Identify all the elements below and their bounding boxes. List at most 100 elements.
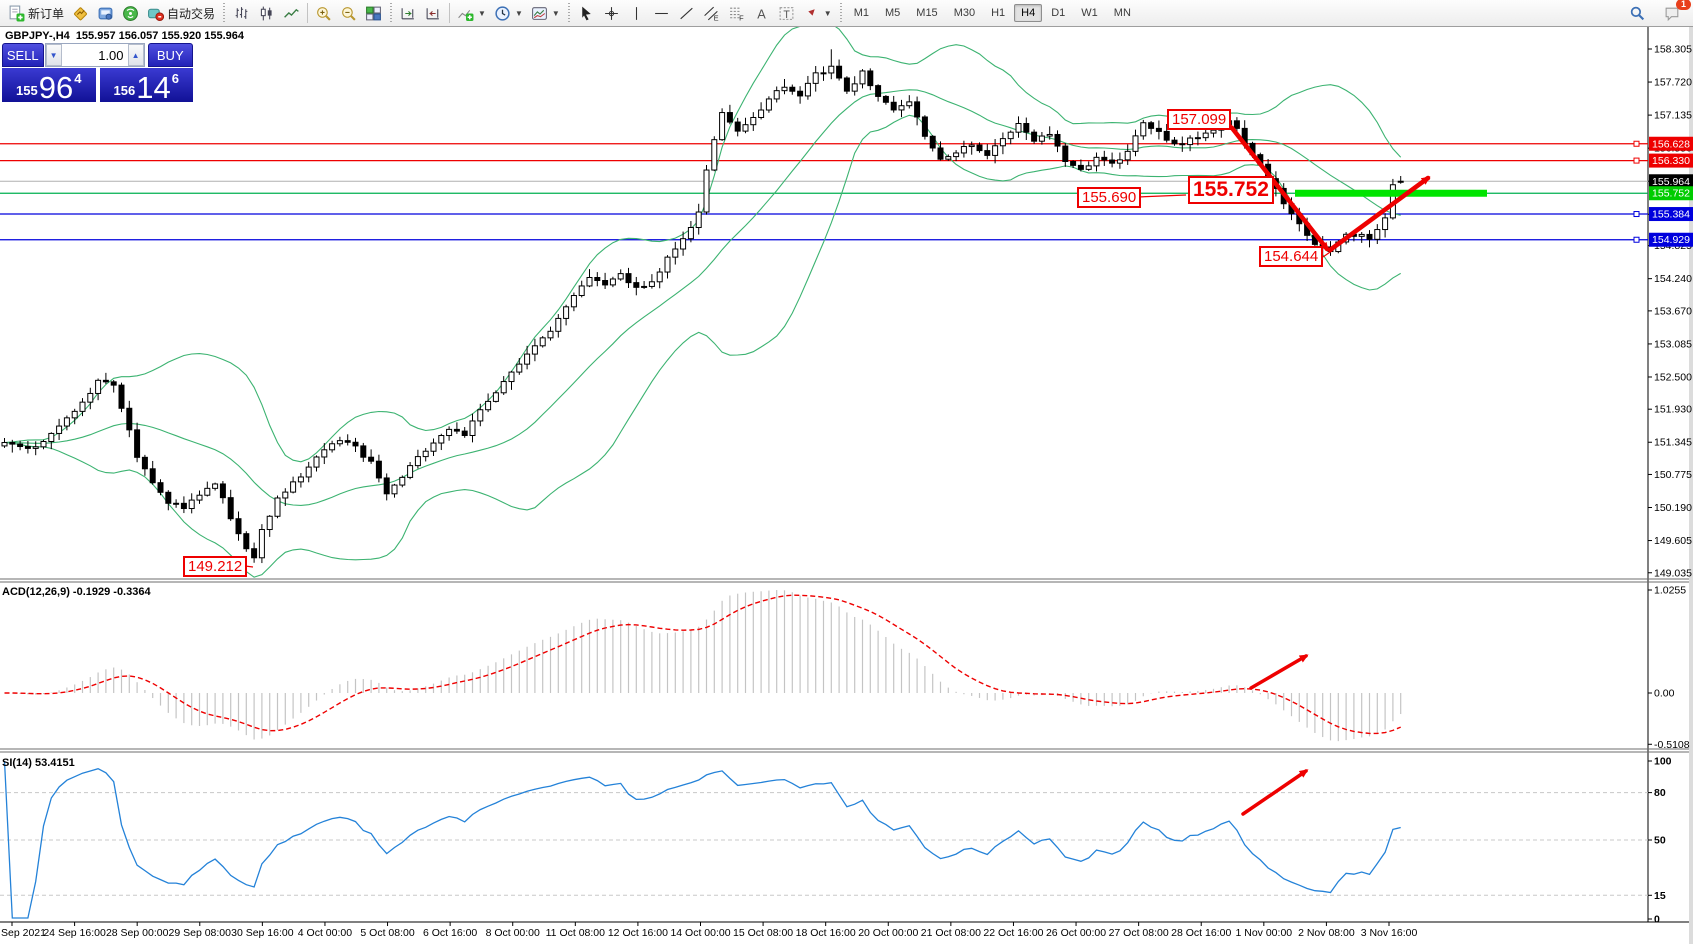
svg-text:151.930: 151.930	[1654, 404, 1692, 416]
timeframe-m15-button[interactable]: M15	[909, 4, 944, 22]
candlestick-chart-button[interactable]	[254, 3, 279, 24]
text-label-icon: T	[779, 6, 794, 20]
price-annotation[interactable]: 155.752	[1188, 176, 1274, 204]
volume-increase-button[interactable]: ▲	[127, 44, 144, 66]
chart-shift-button[interactable]	[396, 3, 421, 24]
templates-button[interactable]: ▼	[527, 3, 564, 24]
vertical-line-tool-button[interactable]	[624, 3, 649, 24]
svg-text:157.135: 157.135	[1654, 110, 1692, 122]
arrows-tool-button[interactable]: ▼	[799, 3, 836, 24]
one-click-trading-panel: SELL ▼ ▲ BUY 155 96 4 156 14 6	[2, 43, 193, 105]
data-window-button[interactable]	[93, 3, 118, 24]
svg-text:5 Oct 08:00: 5 Oct 08:00	[360, 927, 414, 939]
quote-line: GBPJPY-,H4 155.957 156.057 155.920 155.96…	[5, 30, 250, 42]
buy-price-display[interactable]: 156 14 6	[99, 68, 193, 103]
zoom-out-button[interactable]	[336, 3, 361, 24]
zoom-in-button[interactable]	[311, 3, 336, 24]
search-button[interactable]	[1625, 3, 1650, 24]
svg-text:29 Sep 08:00: 29 Sep 08:00	[169, 927, 232, 939]
volume-decrease-button[interactable]: ▼	[45, 44, 62, 66]
market-watch-button[interactable]	[68, 3, 93, 24]
data-window-icon	[98, 7, 113, 20]
templates-icon	[531, 6, 547, 20]
autotrading-icon	[148, 8, 165, 21]
svg-text:12 Oct 16:00: 12 Oct 16:00	[608, 927, 668, 939]
periods-button[interactable]: ▼	[490, 3, 527, 24]
autotrading-button[interactable]: 自动交易	[143, 3, 219, 24]
svg-text:155.964: 155.964	[1652, 176, 1690, 188]
search-icon	[1630, 6, 1645, 20]
toolbar: 新订单 自动交易 ▼ ▼ ▼ E F A T ▼ M1 M5 M15 M30 H…	[0, 0, 1693, 27]
periods-clock-icon	[495, 5, 510, 21]
timeframe-m30-button[interactable]: M30	[947, 4, 982, 22]
svg-text:149.035: 149.035	[1654, 567, 1692, 579]
support-highlight-line	[1295, 189, 1487, 197]
timeframe-d1-button[interactable]: D1	[1044, 4, 1072, 22]
timeframe-w1-button[interactable]: W1	[1074, 4, 1105, 22]
svg-text:154.240: 154.240	[1654, 273, 1692, 285]
sell-price-display[interactable]: 155 96 4	[2, 68, 96, 105]
sell-price-sup: 4	[74, 71, 82, 86]
svg-text:150.775: 150.775	[1654, 469, 1692, 481]
tile-windows-button[interactable]	[361, 3, 386, 24]
buy-button[interactable]: BUY	[147, 43, 193, 67]
fibonacci-tool-button[interactable]: F	[724, 3, 749, 24]
horizontal-line-tool-button[interactable]	[649, 3, 674, 24]
svg-text:50: 50	[1654, 835, 1666, 847]
svg-text:15: 15	[1654, 890, 1666, 902]
timeframe-m1-button[interactable]: M1	[847, 4, 876, 22]
market-watch-icon	[74, 6, 87, 20]
price-annotation[interactable]: 155.690	[1077, 187, 1142, 208]
price-annotation[interactable]: 149.212	[183, 556, 248, 577]
trendline-tool-button[interactable]	[674, 3, 699, 24]
notifications-button[interactable]: 1	[1660, 0, 1691, 24]
timeframe-h4-button[interactable]: H4	[1014, 4, 1043, 22]
auto-scroll-icon	[426, 7, 439, 19]
text-label-tool-button[interactable]: T	[774, 3, 799, 24]
indicators-icon	[458, 9, 474, 21]
signals-button[interactable]	[118, 3, 143, 24]
timeframe-m5-button[interactable]: M5	[878, 4, 907, 22]
notification-count-badge: 1	[1676, 0, 1691, 10]
timeframe-mn-button[interactable]: MN	[1107, 4, 1138, 22]
svg-text:0.00: 0.00	[1654, 688, 1675, 700]
crosshair-tool-button[interactable]	[599, 3, 624, 24]
signals-icon	[123, 5, 138, 21]
svg-text:A: A	[757, 6, 766, 21]
text-icon: A	[757, 6, 766, 21]
line-chart-button[interactable]	[279, 3, 304, 24]
svg-text:80: 80	[1654, 787, 1666, 799]
equidistant-channel-icon: E	[704, 6, 718, 22]
tile-windows-icon	[366, 6, 381, 20]
volume-input[interactable]	[61, 44, 128, 66]
indicators-button[interactable]: ▼	[453, 3, 490, 24]
auto-scroll-button[interactable]	[421, 3, 446, 24]
cursor-tool-button[interactable]	[574, 3, 599, 24]
zoom-in-icon	[317, 6, 331, 21]
sell-button[interactable]: SELL	[2, 43, 44, 67]
price-annotation[interactable]: 157.099	[1167, 109, 1232, 130]
svg-text:157.720: 157.720	[1654, 77, 1692, 89]
arrow-shapes-icon	[805, 8, 815, 18]
new-order-button[interactable]: 新订单	[4, 3, 68, 24]
svg-text:100: 100	[1654, 756, 1672, 768]
candlestick-chart-icon	[260, 6, 272, 20]
channel-tool-button[interactable]: E	[699, 3, 724, 24]
text-tool-button[interactable]: A	[749, 3, 774, 24]
sell-price-main: 96	[38, 70, 74, 105]
chart-canvas[interactable]: 158.305157.720157.135156.550155.965155.3…	[0, 0, 1693, 944]
svg-text:E: E	[713, 13, 718, 22]
crosshair-icon	[604, 6, 618, 20]
svg-text:150.190: 150.190	[1654, 502, 1692, 514]
svg-text:149.605: 149.605	[1654, 535, 1692, 547]
svg-text:155.384: 155.384	[1652, 209, 1690, 221]
bar-chart-button[interactable]	[229, 3, 254, 24]
svg-text:156.628: 156.628	[1652, 138, 1690, 150]
price-annotation[interactable]: 154.644	[1259, 246, 1324, 267]
timeframe-h1-button[interactable]: H1	[984, 4, 1012, 22]
svg-text:158.305: 158.305	[1654, 44, 1692, 56]
arrows-caret-icon: ▼	[823, 8, 832, 18]
svg-text:153.670: 153.670	[1654, 305, 1692, 317]
svg-text:F: F	[739, 13, 744, 22]
buy-price-prefix: 156	[113, 83, 136, 98]
